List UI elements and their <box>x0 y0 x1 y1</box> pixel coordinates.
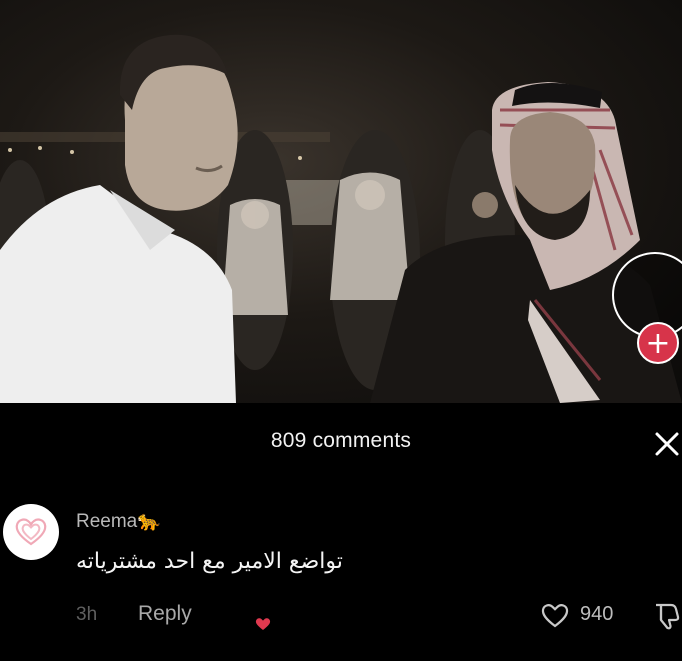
comments-sheet: 809 comments Reema🐆 تواضع الامير مع احد … <box>0 403 682 661</box>
like-count: 940 <box>580 603 614 625</box>
heart-outline-icon[interactable] <box>540 601 570 629</box>
comment-item: Reema🐆 تواضع الامير مع احد مشترياته 3h R… <box>0 501 682 661</box>
video-photo <box>0 34 682 403</box>
follow-plus-button[interactable]: + <box>637 322 679 364</box>
close-icon <box>655 432 679 456</box>
video-frame[interactable]: + <box>0 0 682 403</box>
plus-icon: + <box>645 326 671 361</box>
close-button[interactable] <box>650 427 682 459</box>
comment-timestamp: 3h <box>76 604 98 625</box>
commenter-avatar[interactable] <box>3 504 59 560</box>
heart-avatar-icon <box>15 518 47 546</box>
reply-button[interactable]: Reply <box>138 602 192 626</box>
heart-icon <box>255 618 271 630</box>
thumbs-down-icon[interactable] <box>652 601 682 631</box>
comments-header: 809 comments <box>0 403 682 481</box>
comment-username[interactable]: Reema🐆 <box>76 509 161 533</box>
comment-text: تواضع الامير مع احد مشترياته <box>76 549 343 574</box>
comments-count-title: 809 comments <box>270 429 412 452</box>
